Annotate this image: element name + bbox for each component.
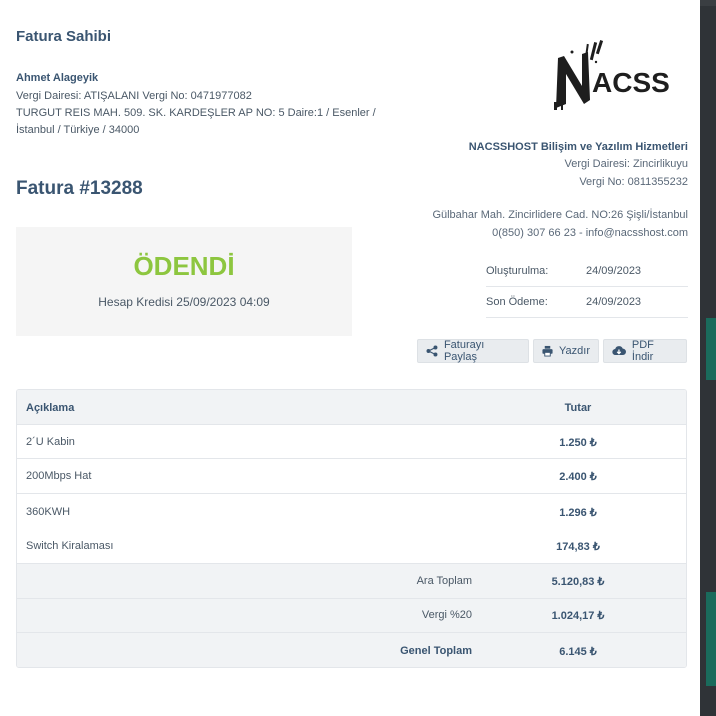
item-description: 360KWH — [26, 506, 71, 518]
company-tax-no: Vergi No: 0811355232 — [579, 176, 688, 188]
table-header: Açıklama Tutar — [17, 390, 686, 425]
table-row: Switch Kiralaması 174,83 ₺ — [17, 529, 686, 563]
backdrop-teal-block — [706, 318, 716, 380]
table-row: 360KWH 1.296 ₺ — [17, 494, 686, 529]
invoice-page: Fatura Sahibi Ahmet Alageyik Vergi Daire… — [0, 0, 700, 716]
subtotal-row: Ara Toplam 5.120,83 ₺ — [17, 563, 686, 598]
due-value: 24/09/2023 — [586, 296, 642, 308]
item-description: 200Mbps Hat — [26, 470, 92, 482]
item-amount: 2.400 ₺ — [559, 471, 597, 483]
total-amount: 6.145 ₺ — [559, 646, 597, 658]
created-date-row: Oluşturulma: 24/09/2023 — [486, 256, 688, 287]
header-description: Açıklama — [26, 402, 75, 414]
total-row: Genel Toplam 6.145 ₺ — [17, 632, 686, 667]
owner-address-line: İstanbul / Türkiye / 34000 — [16, 124, 140, 136]
backdrop-top — [700, 0, 716, 6]
table-row: 200Mbps Hat 2.400 ₺ — [17, 459, 686, 494]
item-description: Switch Kiralaması — [26, 540, 114, 552]
header-amount: Tutar — [564, 402, 592, 414]
share-label: Faturayı Paylaş — [443, 339, 485, 363]
print-label: Yazdır — [559, 345, 590, 357]
subtotal-label: Ara Toplam — [416, 575, 472, 587]
invoice-items-table: Açıklama Tutar 2´U Kabin 1.250 ₺ 200Mbps… — [16, 389, 687, 668]
company-name: NACSSHOST Bilişim ve Yazılım Hizmetleri — [468, 141, 688, 153]
download-pdf-button[interactable]: PDF İndir — [603, 339, 687, 363]
item-description: 2´U Kabin — [26, 436, 75, 448]
payment-status-box: ÖDENDİ Hesap Kredisi 25/09/2023 04:09 — [16, 227, 352, 336]
created-value: 24/09/2023 — [586, 265, 642, 277]
paid-status: ÖDENDİ — [133, 251, 235, 281]
nacss-logo: ACSS — [552, 40, 680, 112]
backdrop-teal-block — [706, 592, 716, 686]
pdf-label: PDF İndir — [631, 339, 654, 363]
due-date-row: Son Ödeme: 24/09/2023 — [486, 287, 688, 318]
tax-row: Vergi %20 1.024,17 ₺ — [17, 598, 686, 632]
due-label: Son Ödeme: — [486, 296, 548, 308]
table-row: 2´U Kabin 1.250 ₺ — [17, 425, 686, 459]
logo-text: ACSS — [592, 67, 670, 98]
company-contact: 0(850) 307 66 23 - info@nacsshost.com — [492, 227, 688, 239]
print-button[interactable]: Yazdır — [533, 339, 599, 363]
created-label: Oluşturulma: — [486, 265, 549, 277]
owner-address-line: TURGUT REIS MAH. 509. SK. KARDEŞLER AP N… — [16, 107, 376, 119]
owner-title: Fatura Sahibi — [16, 28, 112, 45]
item-amount: 174,83 ₺ — [556, 541, 600, 553]
tax-label: Vergi %20 — [421, 609, 472, 621]
company-tax-office: Vergi Dairesi: Zincirlikuyu — [564, 158, 688, 170]
company-address: Gülbahar Mah. Zincirlidere Cad. NO:26 Şi… — [432, 209, 688, 221]
item-amount: 1.296 ₺ — [559, 507, 597, 519]
payment-info: Hesap Kredisi 25/09/2023 04:09 — [98, 295, 270, 309]
tax-amount: 1.024,17 ₺ — [551, 610, 605, 622]
owner-tax-line: Vergi Dairesi: ATIŞALANI Vergi No: 04719… — [16, 90, 252, 102]
share-invoice-button[interactable]: Faturayı Paylaş — [417, 339, 529, 363]
share-icon — [426, 345, 438, 357]
invoice-title: Fatura #13288 — [16, 178, 143, 199]
printer-icon — [542, 345, 553, 357]
owner-name: Ahmet Alageyik — [16, 72, 99, 84]
subtotal-amount: 5.120,83 ₺ — [551, 576, 605, 588]
total-label: Genel Toplam — [400, 645, 472, 657]
item-amount: 1.250 ₺ — [559, 437, 597, 449]
cloud-download-icon — [612, 346, 626, 355]
